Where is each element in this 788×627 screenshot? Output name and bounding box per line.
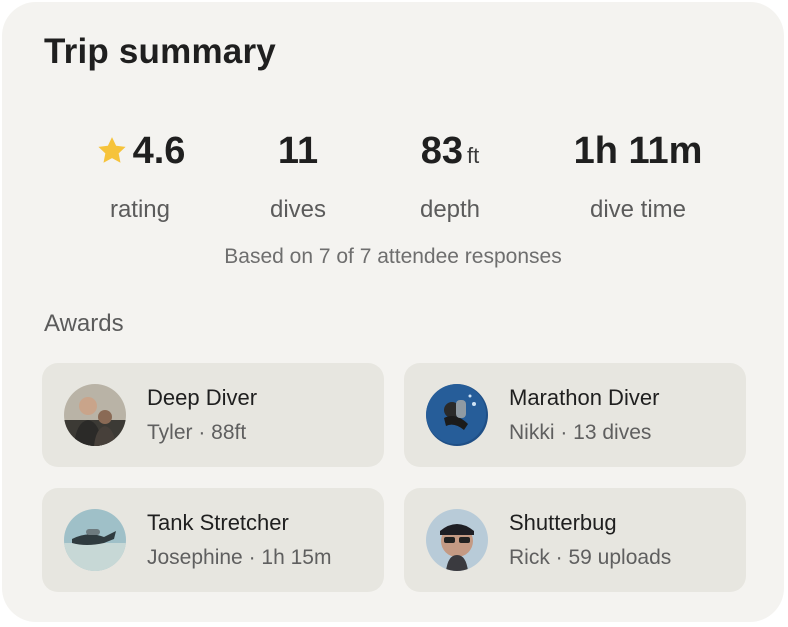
award-card-deep-diver[interactable]: Deep Diver Tyler · 88ft <box>42 363 384 467</box>
avatar <box>64 384 126 446</box>
award-title: Deep Diver <box>147 385 258 410</box>
award-detail: Josephine · 1h 15m <box>147 546 332 569</box>
stats-row: 4.6 rating 11 dives 83 ft depth 1h 11m d… <box>2 128 784 228</box>
trip-summary-card: Trip summary 4.6 rating 11 dives 83 ft d… <box>2 2 784 622</box>
awards-heading: Awards <box>44 310 124 337</box>
star-icon <box>97 137 126 163</box>
award-title: Shutterbug <box>509 510 617 535</box>
award-title: Tank Stretcher <box>147 510 289 535</box>
card-title: Trip summary <box>44 32 276 71</box>
avatar <box>426 384 488 446</box>
avatar <box>64 509 126 571</box>
stat-depth-label: depth <box>419 196 481 223</box>
award-card-tank-stretcher[interactable]: Tank Stretcher Josephine · 1h 15m <box>42 488 384 592</box>
avatar <box>426 509 488 571</box>
stat-depth: 83 ft depth <box>350 128 550 224</box>
stat-dive-time-value: 1h 11m <box>573 130 703 172</box>
award-title: Marathon Diver <box>509 385 660 410</box>
award-detail: Nikki · 13 dives <box>509 421 652 444</box>
award-card-marathon-diver[interactable]: Marathon Diver Nikki · 13 dives <box>404 363 746 467</box>
stat-dive-time: 1h 11m dive time <box>538 128 738 224</box>
stat-dive-time-label: dive time <box>589 196 687 223</box>
award-detail: Tyler · 88ft <box>147 421 247 444</box>
award-card-shutterbug[interactable]: Shutterbug Rick · 59 uploads <box>404 488 746 592</box>
responses-note: Based on 7 of 7 attendee responses <box>224 245 562 268</box>
award-detail: Rick · 59 uploads <box>509 546 672 569</box>
stat-depth-value: 83 <box>420 130 464 172</box>
stat-dives-value: 11 <box>277 130 319 172</box>
stat-rating-value: 4.6 <box>132 130 186 172</box>
stat-depth-unit: ft <box>467 143 480 168</box>
